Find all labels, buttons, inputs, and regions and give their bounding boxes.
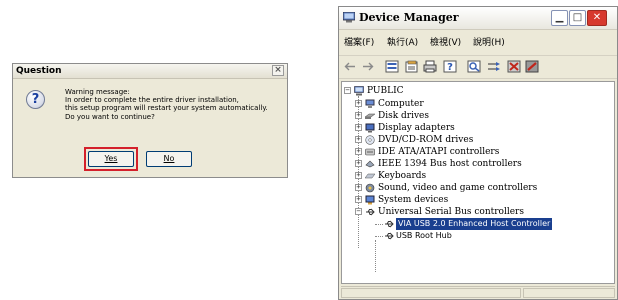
system-device-icon bbox=[365, 195, 375, 205]
usb-icon bbox=[385, 232, 394, 240]
update-driver-icon[interactable] bbox=[487, 60, 501, 73]
usb-icon bbox=[385, 220, 394, 228]
maximize-button[interactable]: □ bbox=[569, 10, 586, 26]
dialog-close-button[interactable]: × bbox=[272, 65, 284, 76]
minimize-button[interactable]: ▁ bbox=[551, 10, 568, 26]
help-icon[interactable]: ? bbox=[443, 60, 457, 73]
tree-item-label: Disk drives bbox=[378, 111, 429, 121]
properties-icon[interactable] bbox=[405, 60, 419, 73]
expand-toggle[interactable]: + bbox=[355, 148, 362, 155]
dialog-title: Question bbox=[16, 66, 62, 76]
disable-icon[interactable] bbox=[525, 60, 539, 73]
back-icon[interactable] bbox=[343, 60, 357, 73]
window-title-bar: Device Manager ▁ □ ✕ bbox=[339, 7, 617, 30]
usb-icon bbox=[366, 208, 375, 216]
toolbar: ? bbox=[339, 55, 617, 79]
device-manager-window: Device Manager ▁ □ ✕ 檔案(F) 執行(A) 檢視(V) 說… bbox=[338, 6, 618, 300]
expand-toggle[interactable]: + bbox=[355, 112, 362, 119]
status-bar bbox=[341, 286, 615, 299]
sound-icon bbox=[365, 183, 375, 193]
ide-controller-icon bbox=[365, 148, 375, 156]
cdrom-icon bbox=[365, 135, 375, 145]
menu-bar: 檔案(F) 執行(A) 檢視(V) 說明(H) bbox=[339, 35, 617, 49]
computer-icon bbox=[354, 86, 364, 96]
expand-toggle[interactable]: + bbox=[355, 160, 362, 167]
firewire-icon bbox=[365, 160, 375, 168]
tree-item-label: System devices bbox=[378, 195, 449, 205]
tree-item-label: IEEE 1394 Bus host controllers bbox=[378, 159, 522, 169]
keyboard-icon bbox=[365, 173, 375, 179]
forward-icon[interactable] bbox=[361, 60, 375, 73]
window-title: Device Manager bbox=[359, 11, 459, 24]
tree-root-label: PUBLIC bbox=[367, 86, 404, 96]
display-adapter-icon bbox=[365, 123, 375, 133]
tree-item-label: Computer bbox=[378, 99, 424, 109]
tree-item-label: IDE ATA/ATAPI controllers bbox=[378, 147, 500, 157]
question-dialog: Question × ? Warning message: In order t… bbox=[12, 63, 288, 178]
tree-connector bbox=[375, 240, 376, 272]
disk-drive-icon bbox=[365, 113, 375, 119]
uninstall-icon[interactable] bbox=[507, 60, 521, 73]
scan-icon[interactable] bbox=[467, 60, 481, 73]
collapse-toggle[interactable]: − bbox=[344, 87, 351, 94]
message-line: Do you want to continue? bbox=[65, 112, 155, 121]
dialog-message: Warning message: In order to complete th… bbox=[65, 88, 287, 121]
collapse-toggle[interactable]: − bbox=[355, 208, 362, 215]
tree-item-label: Sound, video and game controllers bbox=[378, 183, 538, 193]
tree-item-label: USB Root Hub bbox=[396, 231, 452, 240]
view-icon[interactable] bbox=[385, 60, 399, 73]
yes-button-highlight bbox=[84, 147, 138, 171]
menu-file[interactable]: 檔案(F) bbox=[344, 35, 374, 48]
message-line: this setup program will restart your sys… bbox=[65, 104, 268, 113]
menu-help[interactable]: 說明(H) bbox=[473, 35, 505, 48]
expand-toggle[interactable]: + bbox=[355, 124, 362, 131]
expand-toggle[interactable]: + bbox=[355, 136, 362, 143]
dialog-title-bar: Question × bbox=[13, 64, 287, 79]
selected-device-label: VIA USB 2.0 Enhanced Host Controller bbox=[396, 218, 553, 230]
tree-connector bbox=[375, 236, 383, 237]
expand-toggle[interactable]: + bbox=[355, 196, 362, 203]
tree-item-label: Display adapters bbox=[378, 123, 455, 133]
computer-icon bbox=[365, 99, 375, 108]
menu-action[interactable]: 執行(A) bbox=[387, 35, 418, 48]
menu-view[interactable]: 檢視(V) bbox=[430, 35, 461, 48]
status-segment bbox=[341, 288, 521, 298]
close-button[interactable]: ✕ bbox=[587, 10, 607, 26]
expand-toggle[interactable]: + bbox=[355, 172, 362, 179]
tree-item-label: Keyboards bbox=[378, 171, 427, 181]
question-icon: ? bbox=[26, 90, 45, 109]
expand-toggle[interactable]: + bbox=[355, 184, 362, 191]
tree-item-label: DVD/CD-ROM drives bbox=[378, 135, 474, 145]
no-button[interactable]: No bbox=[146, 151, 192, 167]
status-segment bbox=[523, 288, 615, 298]
device-tree: − PUBLIC + Computer + Disk drives + Disp… bbox=[341, 81, 615, 284]
message-line: In order to complete the entire driver i… bbox=[65, 96, 239, 105]
device-manager-icon bbox=[343, 12, 355, 23]
tree-connector bbox=[375, 224, 383, 225]
message-line: Warning message: bbox=[65, 88, 130, 96]
tree-item-label: Universal Serial Bus controllers bbox=[378, 207, 524, 217]
print-icon[interactable] bbox=[423, 60, 437, 73]
svg-text:?: ? bbox=[447, 62, 453, 73]
expand-toggle[interactable]: + bbox=[355, 100, 362, 107]
